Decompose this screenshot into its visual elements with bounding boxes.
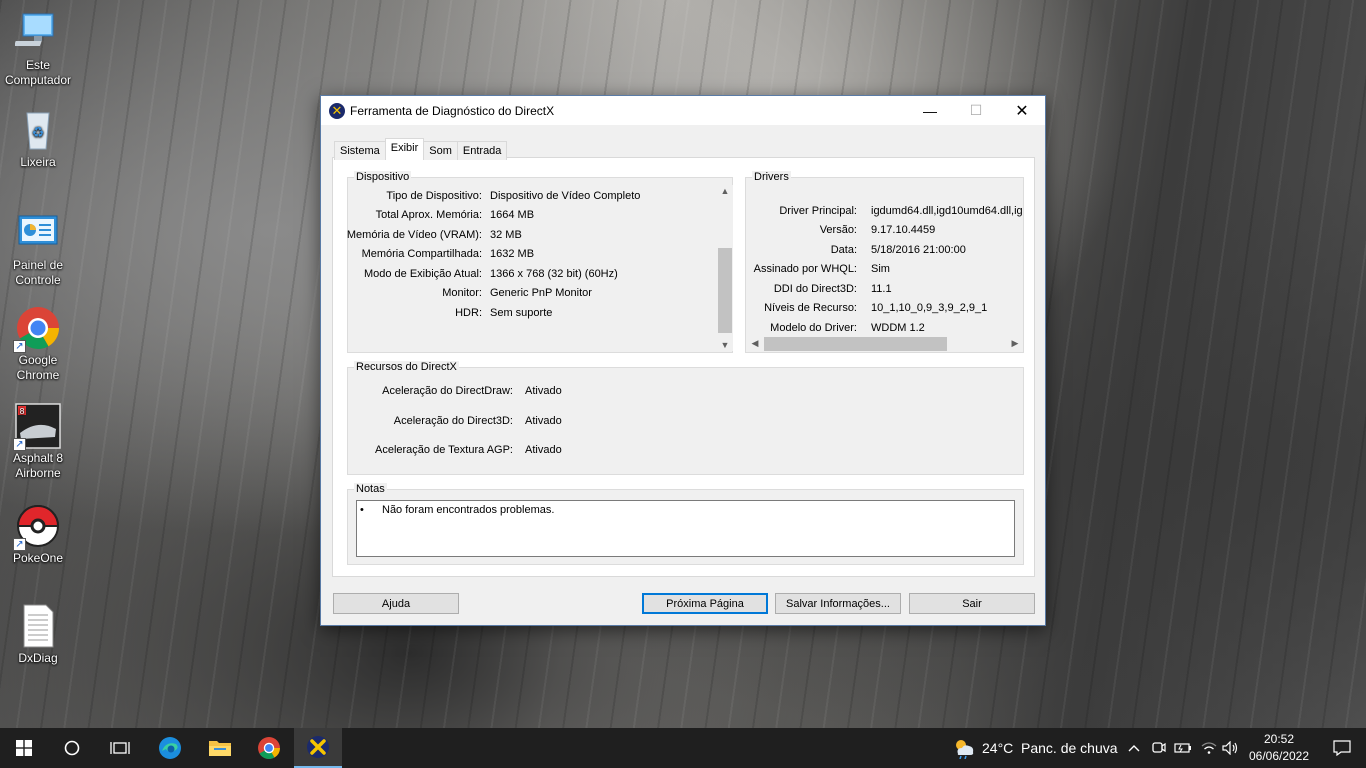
- drivers-h-scrollbar[interactable]: ◀ ▶: [747, 336, 1023, 352]
- desktop-icon-label: Painel de Controle: [12, 258, 64, 287]
- weather-widget-icon[interactable]: [950, 728, 978, 768]
- desktop-icon-asphalt-8[interactable]: 8 ↗ Asphalt 8 Airborne: [4, 403, 72, 481]
- svg-text:♻: ♻: [32, 125, 45, 141]
- search-button[interactable]: [48, 728, 96, 768]
- search-circle-icon: [64, 740, 80, 756]
- device-scrollbar[interactable]: ▲ ▼: [717, 185, 733, 351]
- directx-icon: [307, 736, 329, 758]
- exit-button[interactable]: Sair: [909, 593, 1035, 614]
- drivers-group-title: Drivers: [752, 171, 791, 183]
- computer-icon: [13, 10, 61, 56]
- maximize-button[interactable]: ☐: [953, 96, 999, 125]
- scroll-right-icon[interactable]: ▶: [1007, 338, 1023, 349]
- weather-temp[interactable]: 24°C: [982, 740, 1013, 756]
- minimize-button[interactable]: —: [907, 96, 953, 125]
- taskbar-edge[interactable]: [146, 728, 194, 768]
- scroll-up-icon[interactable]: ▲: [717, 186, 733, 196]
- tab-entrada[interactable]: Entrada: [456, 141, 508, 160]
- next-page-button[interactable]: Próxima Página: [642, 593, 768, 614]
- task-view-icon: [110, 742, 130, 754]
- text-file-icon: [15, 603, 61, 649]
- meet-now-icon[interactable]: [1149, 728, 1169, 768]
- clock-time[interactable]: 20:52: [1250, 732, 1308, 746]
- battery-icon[interactable]: [1172, 728, 1194, 768]
- taskbar: 24°C Panc. de chuva 20:52 06/06/2022: [0, 728, 1366, 768]
- start-button[interactable]: [0, 728, 48, 768]
- drivers-viewport: Driver Principal: igdumd64.dll,igd10umd6…: [753, 205, 1023, 334]
- device-group: Dispositivo Tipo de Dispositivo: Disposi…: [347, 171, 733, 353]
- chevron-up-icon[interactable]: [1124, 728, 1144, 768]
- window-titlebar[interactable]: ✕ Ferramenta de Diagnóstico do DirectX —…: [321, 96, 1045, 125]
- desktop-icon-label: DxDiag: [18, 651, 58, 665]
- desktop-icon-recycle-bin[interactable]: ♻ Lixeira: [4, 107, 72, 170]
- desktop-icon-google-chrome[interactable]: ↗ Google Chrome: [4, 305, 72, 383]
- desktop-icon-control-panel[interactable]: Painel de Controle: [4, 210, 72, 288]
- directx-features-group: Recursos do DirectX Aceleração do Direct…: [347, 361, 1024, 475]
- shortcut-arrow-icon: ↗: [13, 538, 26, 551]
- desktop-icon-label: Lixeira: [20, 155, 56, 169]
- taskbar-dxdiag[interactable]: [294, 728, 342, 768]
- chrome-icon: ↗: [13, 305, 61, 353]
- window-title: Ferramenta de Diagnóstico do DirectX: [350, 103, 555, 118]
- desktop-icon-label: Asphalt 8 Airborne: [12, 451, 64, 480]
- tab-som[interactable]: Som: [423, 141, 458, 160]
- task-view-button[interactable]: [96, 728, 144, 768]
- taskbar-chrome[interactable]: [245, 728, 293, 768]
- scroll-down-icon[interactable]: ▼: [717, 340, 733, 350]
- tab-exibir[interactable]: Exibir: [384, 138, 425, 160]
- device-group-title: Dispositivo: [354, 171, 412, 183]
- desktop-icon-this-pc[interactable]: Este Computador: [4, 10, 72, 88]
- tab-panel-display: Dispositivo Tipo de Dispositivo: Disposi…: [332, 157, 1035, 577]
- note-bullet: •: [360, 504, 364, 516]
- wifi-icon[interactable]: [1198, 728, 1220, 768]
- notes-textbox[interactable]: • Não foram encontrados problemas.: [356, 500, 1015, 557]
- shortcut-arrow-icon: ↗: [13, 438, 26, 451]
- taskbar-file-explorer[interactable]: [196, 728, 244, 768]
- svg-text:8: 8: [19, 407, 24, 416]
- weather-description[interactable]: Panc. de chuva: [1021, 740, 1118, 756]
- directx-icon: ✕: [329, 102, 345, 119]
- edge-icon: [159, 737, 181, 759]
- drivers-group: Drivers Driver Principal: igdumd64.dll,i…: [745, 171, 1024, 353]
- folder-icon: [209, 741, 231, 756]
- scroll-left-icon[interactable]: ◀: [747, 338, 763, 349]
- tab-sistema[interactable]: Sistema: [334, 141, 386, 160]
- tab-strip: Sistema Exibir Som Entrada: [334, 138, 508, 160]
- close-button[interactable]: ✕: [999, 96, 1045, 125]
- scrollbar-thumb[interactable]: [764, 337, 947, 351]
- clock-date[interactable]: 06/06/2022: [1246, 749, 1312, 763]
- windows-logo-icon: [16, 740, 32, 756]
- note-text: Não foram encontrados problemas.: [382, 504, 555, 516]
- desktop-icon-label: PokeOne: [12, 551, 64, 565]
- features-group-title: Recursos do DirectX: [354, 361, 459, 373]
- dxdiag-window: ✕ Ferramenta de Diagnóstico do DirectX —…: [320, 95, 1046, 626]
- desktop-icon-label: Este Computador: [4, 58, 72, 87]
- volume-icon[interactable]: [1220, 728, 1242, 768]
- notes-group-title: Notas: [354, 483, 387, 495]
- shortcut-arrow-icon: ↗: [13, 340, 26, 353]
- desktop-icon-dxdiag[interactable]: DxDiag: [4, 603, 72, 666]
- pokeball-icon: ↗: [13, 503, 61, 551]
- chrome-icon: [258, 737, 280, 759]
- control-panel-icon: [15, 210, 61, 256]
- recycle-bin-icon: ♻: [15, 107, 61, 153]
- notification-icon: [1333, 740, 1351, 756]
- notifications-button[interactable]: [1318, 728, 1366, 768]
- save-info-button[interactable]: Salvar Informações...: [775, 593, 901, 614]
- notes-group: Notas • Não foram encontrados problemas.: [347, 483, 1024, 565]
- desktop-icon-label: Google Chrome: [16, 353, 60, 382]
- asphalt-game-icon: 8 ↗: [13, 403, 61, 451]
- help-button[interactable]: Ajuda: [333, 593, 459, 614]
- scrollbar-thumb[interactable]: [718, 248, 732, 333]
- desktop-icon-pokeone[interactable]: ↗ PokeOne: [4, 503, 72, 566]
